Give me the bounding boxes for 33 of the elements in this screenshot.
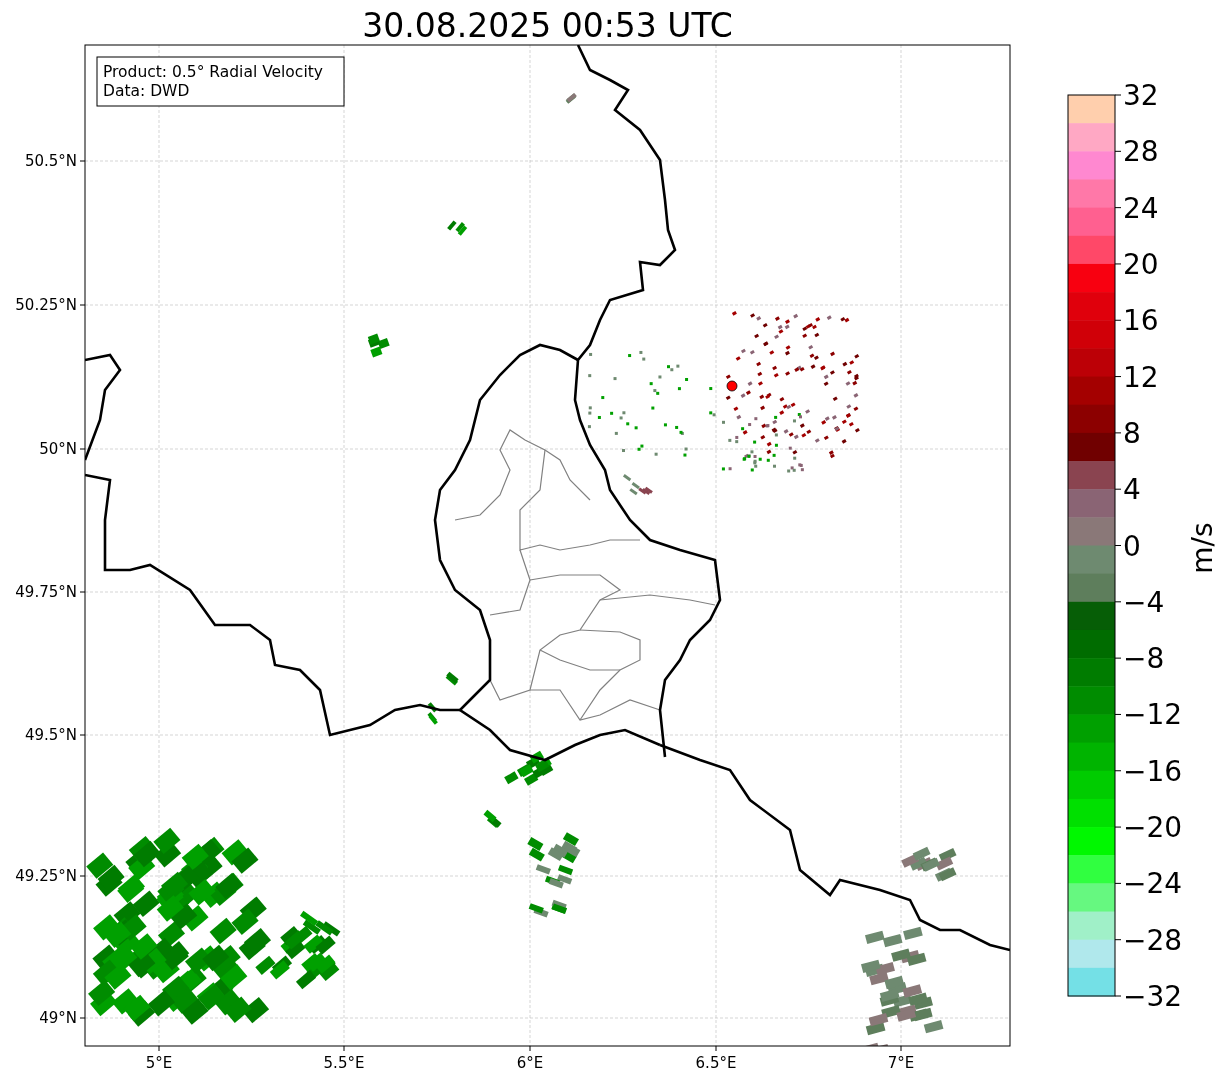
- scale-value: 8: [1123, 416, 1141, 450]
- scale-value: 20: [1123, 247, 1159, 281]
- x-axis-label: 7°E: [887, 1054, 915, 1072]
- y-axis-label: 50°N: [39, 440, 77, 458]
- y-axis-label: 50.25°N: [15, 296, 77, 314]
- scale-value: −12: [1123, 698, 1183, 732]
- info-text: Product: 0.5° Radial Velocity: [103, 63, 323, 81]
- scale-value: −24: [1123, 867, 1183, 901]
- scale-unit: m/s: [1186, 522, 1219, 574]
- scale-value: 4: [1123, 473, 1141, 507]
- scale-value: 32: [1123, 79, 1159, 112]
- x-axis-label: 6.5°E: [695, 1054, 737, 1072]
- scale-value: 12: [1123, 360, 1159, 394]
- y-axis-label: 50.5°N: [24, 152, 77, 170]
- chart-title: 30.08.2025 00:53 UTC: [362, 6, 733, 45]
- x-axis-label: 5°E: [145, 1054, 173, 1072]
- scale-value: −20: [1123, 811, 1183, 845]
- scale-value: −8: [1123, 642, 1165, 676]
- scale-value: −32: [1123, 980, 1183, 1013]
- scale-value: 0: [1123, 529, 1141, 563]
- scale-value: −28: [1123, 923, 1183, 957]
- y-axis-label: 49°N: [39, 1009, 77, 1027]
- scale-value: −16: [1123, 754, 1183, 788]
- scale-value: 24: [1123, 191, 1159, 225]
- info-text: Data: DWD: [103, 82, 190, 100]
- scale-value: 28: [1123, 135, 1159, 169]
- x-axis-label: 5.5°E: [323, 1054, 365, 1072]
- y-axis-label: 49.75°N: [15, 583, 77, 601]
- scale-value: 16: [1123, 304, 1159, 338]
- y-axis-label: 49.5°N: [24, 726, 77, 744]
- x-axis-label: 6°E: [516, 1054, 544, 1072]
- y-axis-label: 49.25°N: [15, 867, 77, 885]
- scale-value: −4: [1123, 585, 1165, 619]
